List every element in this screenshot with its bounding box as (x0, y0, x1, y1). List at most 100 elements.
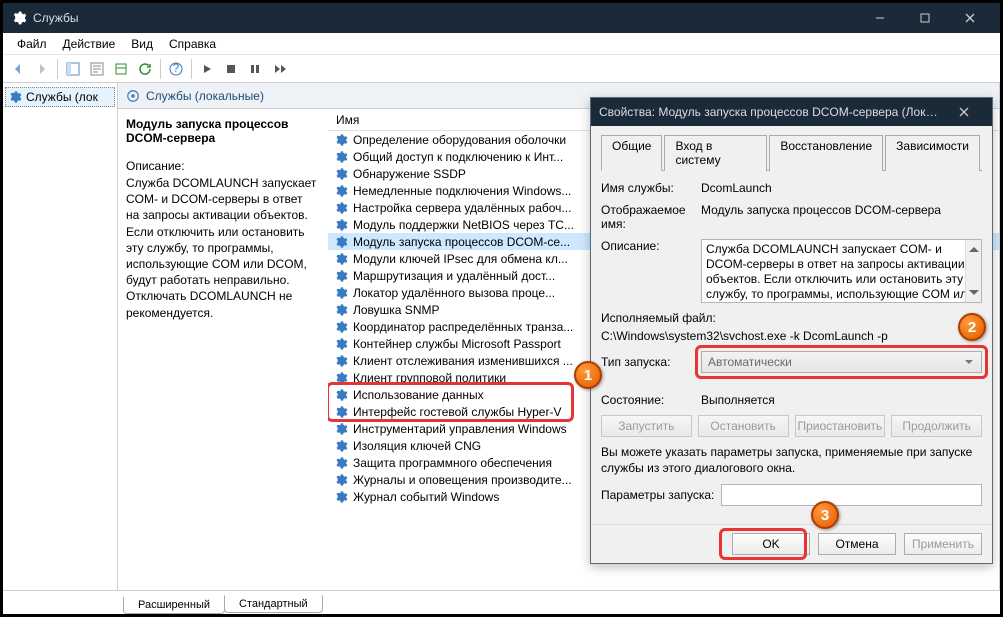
dialog-tabs: Общие Вход в систему Восстановление Зави… (601, 134, 982, 171)
footer-tabs: Расширенный Стандартный (3, 590, 1000, 614)
tab-general[interactable]: Общие (601, 135, 662, 171)
gear-icon (334, 388, 348, 402)
show-hide-tree-button[interactable] (62, 58, 84, 80)
back-button[interactable] (7, 58, 29, 80)
list-item-label: Журнал событий Windows (353, 490, 499, 504)
list-item-label: Использование данных (353, 388, 484, 402)
badge-1: 1 (574, 361, 602, 389)
gear-icon (334, 167, 348, 181)
gear-icon (334, 133, 348, 147)
gear-icon (334, 218, 348, 232)
details-pane: Модуль запуска процессов DCOM-сервера Оп… (118, 109, 328, 590)
pause-button[interactable]: Приостановить (795, 415, 886, 437)
desc-text: Служба DCOMLAUNCH запускает COM- и DCOM-… (126, 175, 318, 321)
startup-type-combo[interactable]: Автоматически (701, 351, 982, 373)
close-button[interactable] (947, 3, 992, 33)
list-item-label: Модуль запуска процессов DCOM-се... (353, 235, 570, 249)
menu-help[interactable]: Справка (161, 35, 224, 53)
menubar: Файл Действие Вид Справка (3, 33, 1000, 55)
forward-button[interactable] (31, 58, 53, 80)
gear-icon (334, 422, 348, 436)
center-header-label: Службы (локальные) (146, 89, 264, 103)
stop-service-button[interactable] (220, 58, 242, 80)
list-item-label: Инструментарий управления Windows (353, 422, 567, 436)
gear-icon (334, 252, 348, 266)
gear-icon (334, 201, 348, 215)
badge-2: 2 (958, 313, 986, 341)
help-button[interactable]: ? (165, 58, 187, 80)
stop-button[interactable]: Остановить (698, 415, 789, 437)
list-item-label: Контейнер службы Microsoft Passport (353, 337, 561, 351)
val-svc-name: DcomLaunch (701, 181, 982, 195)
dialog-titlebar: Свойства: Модуль запуска процессов DCOM-… (591, 98, 992, 126)
list-item-label: Определение оборудования оболочки (353, 133, 566, 147)
minimize-button[interactable] (857, 3, 902, 33)
gear-icon (334, 235, 348, 249)
properties-button[interactable] (86, 58, 108, 80)
start-button[interactable]: Запустить (601, 415, 692, 437)
restart-service-button[interactable] (268, 58, 290, 80)
list-item-label: Настройка сервера удалённых рабоч... (353, 201, 571, 215)
toolbar: ? (3, 55, 1000, 83)
tab-recovery[interactable]: Восстановление (769, 135, 883, 171)
export-button[interactable] (110, 58, 132, 80)
refresh-button[interactable] (134, 58, 156, 80)
gear-icon (334, 456, 348, 470)
gear-icon (334, 269, 348, 283)
cancel-button[interactable]: Отмена (818, 533, 896, 555)
list-item-label: Обнаружение SSDP (353, 167, 466, 181)
tree-pane[interactable]: Службы (лок (3, 83, 118, 590)
menu-file[interactable]: Файл (9, 35, 55, 53)
list-item-label: Модуль поддержки NetBIOS через TC... (353, 218, 574, 232)
val-disp-name: Модуль запуска процессов DCOM-сервера (701, 203, 982, 231)
params-input[interactable] (721, 484, 982, 506)
desc-box-text: Служба DCOMLAUNCH запускает COM- и DCOM-… (706, 242, 974, 301)
gear-icon (334, 320, 348, 334)
tab-dependencies[interactable]: Зависимости (885, 135, 980, 171)
hint-text: Вы можете указать параметры запуска, при… (601, 445, 982, 476)
pause-service-button[interactable] (244, 58, 266, 80)
lbl-svc-name: Имя службы: (601, 181, 701, 195)
start-service-button[interactable] (196, 58, 218, 80)
val-exe: C:\Windows\system32\svchost.exe -k DcomL… (601, 329, 982, 343)
gear-icon (334, 405, 348, 419)
list-item-label: Клиент отслеживания изменившихся ... (353, 354, 573, 368)
menu-action[interactable]: Действие (55, 35, 124, 53)
gear-icon (11, 10, 27, 26)
badge-3: 3 (811, 501, 839, 529)
scrollbar[interactable] (965, 240, 981, 302)
list-item-label: Интерфейс гостевой службы Hyper-V (353, 405, 561, 419)
tab-standard[interactable]: Стандартный (224, 595, 323, 613)
gear-icon (334, 150, 348, 164)
properties-dialog: Свойства: Модуль запуска процессов DCOM-… (590, 97, 993, 564)
lbl-disp-name: Отображаемое имя: (601, 203, 701, 231)
lbl-exe: Исполняемый файл: (601, 311, 982, 325)
lbl-state: Состояние: (601, 393, 701, 407)
tree-root[interactable]: Службы (лок (5, 87, 115, 107)
resume-button[interactable]: Продолжить (891, 415, 982, 437)
list-item-label: Немедленные подключения Windows... (353, 184, 571, 198)
col-name: Имя (336, 113, 359, 127)
gear-icon (334, 337, 348, 351)
titlebar: Службы (3, 3, 1000, 33)
desc-box[interactable]: Служба DCOMLAUNCH запускает COM- и DCOM-… (701, 239, 982, 303)
list-item-label: Журналы и оповещения производите... (353, 473, 572, 487)
desc-label: Описание: (126, 159, 318, 173)
val-state: Выполняется (701, 393, 982, 407)
list-item-label: Ловушка SNMP (353, 303, 439, 317)
list-item-label: Общий доступ к подключению к Инт... (353, 150, 563, 164)
list-item-label: Координатор распределённых транза... (353, 320, 573, 334)
menu-view[interactable]: Вид (123, 35, 161, 53)
tab-extended[interactable]: Расширенный (123, 597, 225, 614)
gear-icon (334, 371, 348, 385)
dialog-close-button[interactable] (944, 98, 984, 126)
services-window: Службы Файл Действие Вид Справка ? (0, 0, 1003, 617)
gear-icon (334, 303, 348, 317)
tab-logon[interactable]: Вход в систему (664, 135, 767, 171)
window-title: Службы (33, 11, 857, 25)
gear-icon (334, 354, 348, 368)
ok-button[interactable]: OK (732, 533, 810, 555)
list-item-label: Модули ключей IPsec для обмена кл... (353, 252, 568, 266)
apply-button[interactable]: Применить (904, 533, 982, 555)
maximize-button[interactable] (902, 3, 947, 33)
